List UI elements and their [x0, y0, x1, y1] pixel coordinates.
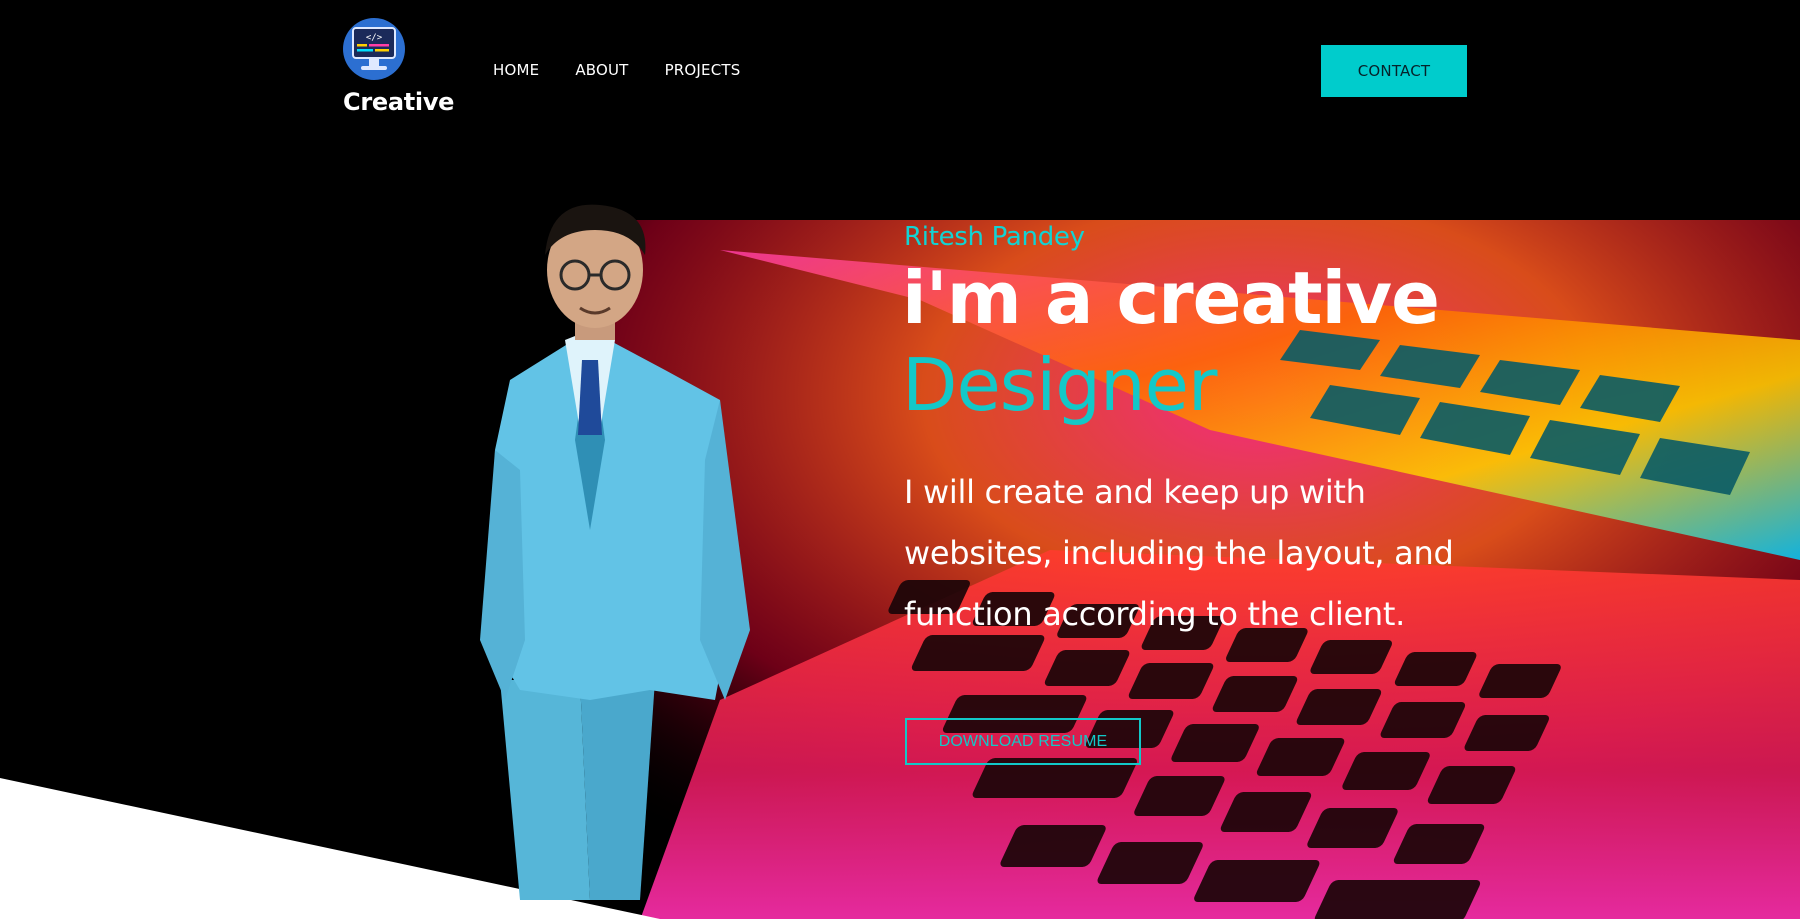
person-portrait-image [480, 204, 750, 900]
nav-projects[interactable]: PROJECTS [665, 61, 741, 79]
contact-button[interactable]: CONTACT [1321, 45, 1467, 97]
hero-name: Ritesh Pandey [904, 222, 1085, 252]
monitor-code-icon: </> [343, 18, 405, 80]
hero-headline: i'm a creative [902, 256, 1440, 340]
nav-about[interactable]: ABOUT [575, 61, 628, 79]
nav-home[interactable]: HOME [493, 61, 539, 79]
main-nav: HOME ABOUT PROJECTS [493, 61, 741, 79]
brand-name[interactable]: Creative [343, 88, 454, 116]
download-resume-button[interactable]: DOWNLOAD RESUME [905, 718, 1141, 765]
hero-section: </> Creative HOME ABOUT PROJECTS CONTACT… [0, 0, 1800, 919]
svg-text:</>: </> [366, 33, 383, 43]
hero-description: I will create and keep up with websites,… [904, 473, 1454, 633]
hero-role: Designer [902, 343, 1217, 427]
